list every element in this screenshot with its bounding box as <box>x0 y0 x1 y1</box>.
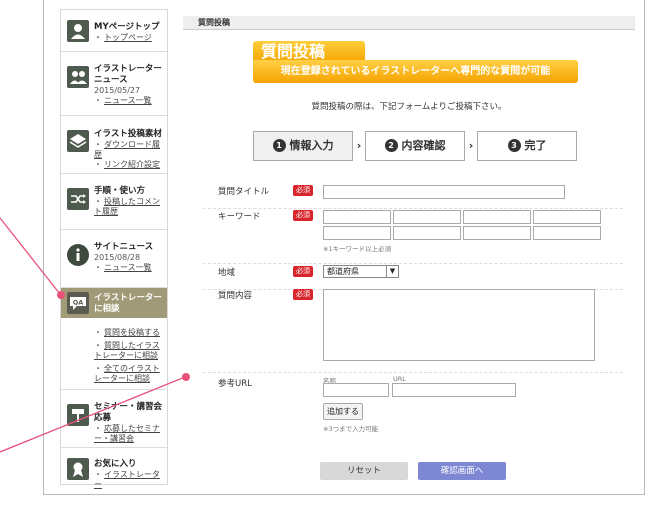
title-input[interactable] <box>323 185 565 199</box>
sidebar-title: イラストレーターニュース <box>94 64 162 85</box>
qa-icon: QA <box>67 292 89 314</box>
step-separator: › <box>468 139 474 152</box>
sidebar-link[interactable]: ・イラストレーター <box>94 470 165 490</box>
sidebar-title: イラストレーターに相談 <box>94 293 162 314</box>
info-icon <box>67 244 89 266</box>
sidebar-link[interactable]: ・トップページ <box>94 33 165 43</box>
step-confirm: 2 内容確認 <box>365 131 465 161</box>
keyword-input-1[interactable] <box>323 210 391 224</box>
keyword-input-7[interactable] <box>463 226 531 240</box>
row-keyword: キーワード 必須 ※1キーワード以上必須 <box>203 210 623 264</box>
content-textarea[interactable] <box>323 289 595 361</box>
sidebar-link[interactable]: ・ダウンロード履歴 <box>94 140 165 160</box>
field-label-title: 質問タイトル <box>218 187 270 197</box>
add-button[interactable]: 追加する <box>323 403 363 420</box>
ref-url-label: URL <box>393 375 406 383</box>
layers-icon <box>67 130 89 152</box>
step-separator: › <box>356 139 362 152</box>
sidebar-title: イラスト投稿素材 <box>94 129 162 139</box>
row-region: 地域 必須 都道府県 ▼ <box>203 264 623 290</box>
field-label-keyword: キーワード <box>218 212 261 222</box>
keyword-note: ※1キーワード以上必須 <box>323 245 392 253</box>
banner-subtitle: 現在登録されているイラストレーターへ専門的な質問が可能 <box>253 60 578 83</box>
sidebar-link[interactable]: ・ニュース一覧 <box>94 96 165 106</box>
step-input: 1 情報入力 <box>253 131 353 161</box>
row-title: 質問タイトル 必須 <box>203 185 623 209</box>
sidebar-link[interactable]: ・応募したセミナー・講習会 <box>94 424 165 444</box>
user-icon <box>67 20 89 42</box>
required-badge: 必須 <box>293 185 313 196</box>
sidebar-link[interactable]: ・ニュース一覧 <box>94 263 165 273</box>
sidebar-item-favorites[interactable]: お気に入り ・イラストレーター <box>61 448 167 489</box>
step-complete: 3 完了 <box>477 131 577 161</box>
sidebar-title: セミナー・講習会応募 <box>94 402 163 423</box>
sidebar-link[interactable]: ・質問を投稿する <box>94 328 165 338</box>
ref-name-input[interactable] <box>323 383 389 397</box>
sidebar-item-mypage[interactable]: MYページトップ ・トップページ <box>61 10 167 52</box>
sidebar-date: 2015/05/27 <box>94 86 141 95</box>
sidebar-item-site-news[interactable]: サイトニュース 2015/08/28 ・ニュース一覧 <box>61 230 167 288</box>
award-icon <box>67 458 89 480</box>
keyword-input-6[interactable] <box>393 226 461 240</box>
sidebar-link[interactable]: ・全てのイラストレーターに相談 <box>94 364 165 384</box>
chevron-down-icon: ▼ <box>386 266 398 277</box>
keyword-input-4[interactable] <box>533 210 601 224</box>
reset-button[interactable]: リセット <box>320 462 408 480</box>
step-indicator: 1 情報入力 › 2 内容確認 › 3 完了 <box>253 131 583 161</box>
page-title: 質問投稿 <box>183 16 635 30</box>
field-label-content: 質問内容 <box>218 291 253 301</box>
sidebar-item-consult[interactable]: QA イラストレーターに相談 ・質問を投稿する ・質問したイラストレーターに相談… <box>61 288 167 390</box>
sidebar-date: 2015/08/28 <box>94 253 141 262</box>
keyword-input-8[interactable] <box>533 226 601 240</box>
required-badge: 必須 <box>293 289 313 300</box>
row-ref-url: 参考URL 名称 URL 追加する ※3つまで入力可能 <box>203 375 623 435</box>
svg-text:QA: QA <box>73 299 84 307</box>
sidebar-link[interactable]: ・投稿したコメント履歴 <box>94 197 165 217</box>
region-select[interactable]: 都道府県 ▼ <box>323 265 399 278</box>
sidebar-item-illustrator-news[interactable]: イラストレーターニュース 2015/05/27 ・ニュース一覧 <box>61 52 167 116</box>
field-label-region: 地域 <box>218 268 236 278</box>
keyword-input-5[interactable] <box>323 226 391 240</box>
sidebar-item-seminar[interactable]: セミナー・講習会応募 ・応募したセミナー・講習会 <box>61 390 167 448</box>
field-label-ref: 参考URL <box>218 379 252 389</box>
confirm-button[interactable]: 確認画面へ <box>418 462 506 480</box>
sidebar-title: サイトニュース <box>94 242 154 252</box>
sidebar-item-materials[interactable]: イラスト投稿素材 ・ダウンロード履歴 ・リンク紹介設定 <box>61 116 167 174</box>
sidebar-link[interactable]: ・リンク紹介設定 <box>94 160 165 170</box>
sidebar: MYページトップ ・トップページ イラストレーターニュース 2015/05/27… <box>60 9 168 489</box>
sidebar-link[interactable]: ・質問したイラストレーターに相談 <box>94 341 165 361</box>
shuffle-icon <box>67 188 89 210</box>
keyword-input-2[interactable] <box>393 210 461 224</box>
banner: 質問投稿 現在登録されているイラストレーターへ専門的な質問が可能 <box>253 41 578 85</box>
instructions: 質問投稿の際は、下記フォームよりご投稿下さい。 <box>311 102 507 112</box>
group-icon <box>67 66 89 88</box>
sidebar-item-howto[interactable]: 手順・使い方 ・投稿したコメント履歴 <box>61 174 167 230</box>
sidebar-title: 手順・使い方 <box>94 186 146 196</box>
row-content: 質問内容 必須 <box>203 289 623 373</box>
add-note: ※3つまで入力可能 <box>323 425 379 433</box>
pin-icon <box>67 404 89 426</box>
keyword-input-3[interactable] <box>463 210 531 224</box>
sidebar-title: MYページトップ <box>94 22 160 32</box>
ref-url-input[interactable] <box>392 383 516 397</box>
required-badge: 必須 <box>293 266 313 277</box>
required-badge: 必須 <box>293 210 313 221</box>
sidebar-title: お気に入り <box>94 459 137 469</box>
